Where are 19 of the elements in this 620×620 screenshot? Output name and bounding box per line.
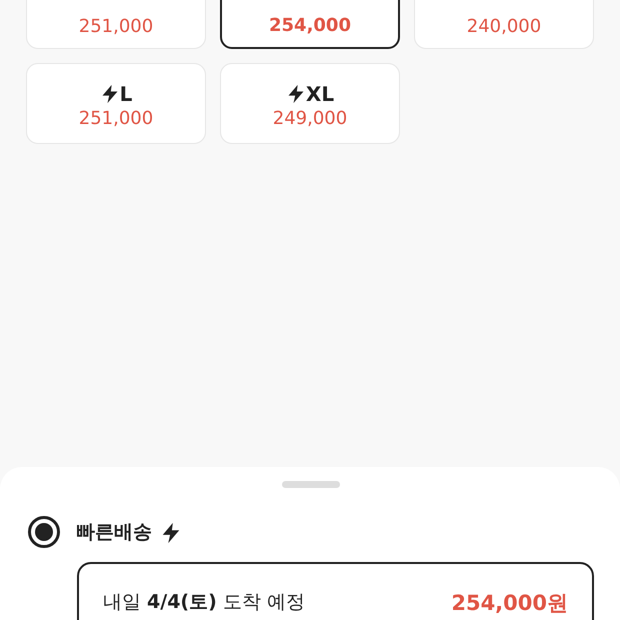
delivery-option-label: 빠른배송 — [76, 520, 152, 545]
size-price: 240,000 — [466, 16, 542, 38]
delivery-price: 254,000원 — [451, 590, 568, 617]
size-option-card[interactable]: XL 249,000 — [220, 63, 400, 144]
lightning-icon — [160, 522, 182, 544]
size-price: 251,000 — [78, 108, 154, 130]
size-option-card[interactable]: 240,000 — [414, 0, 594, 49]
arrival-date-text: 내일 4/4(토) 도착 예정 — [103, 590, 305, 615]
size-option-card[interactable]: 254,000 — [220, 0, 400, 49]
size-option-card[interactable]: 251,000 — [26, 0, 206, 49]
size-label: XL — [306, 82, 334, 106]
radio-button[interactable] — [28, 516, 60, 548]
size-price: 249,000 — [272, 108, 348, 130]
size-option-card[interactable]: L 251,000 — [26, 63, 206, 144]
size-label: L — [120, 82, 132, 106]
size-price: 251,000 — [78, 16, 154, 38]
size-price: 254,000 — [269, 15, 351, 37]
sheet-handle[interactable] — [282, 481, 340, 488]
delivery-option-card[interactable]: 내일 4/4(토) 도착 예정 254,000원 — [77, 562, 594, 620]
